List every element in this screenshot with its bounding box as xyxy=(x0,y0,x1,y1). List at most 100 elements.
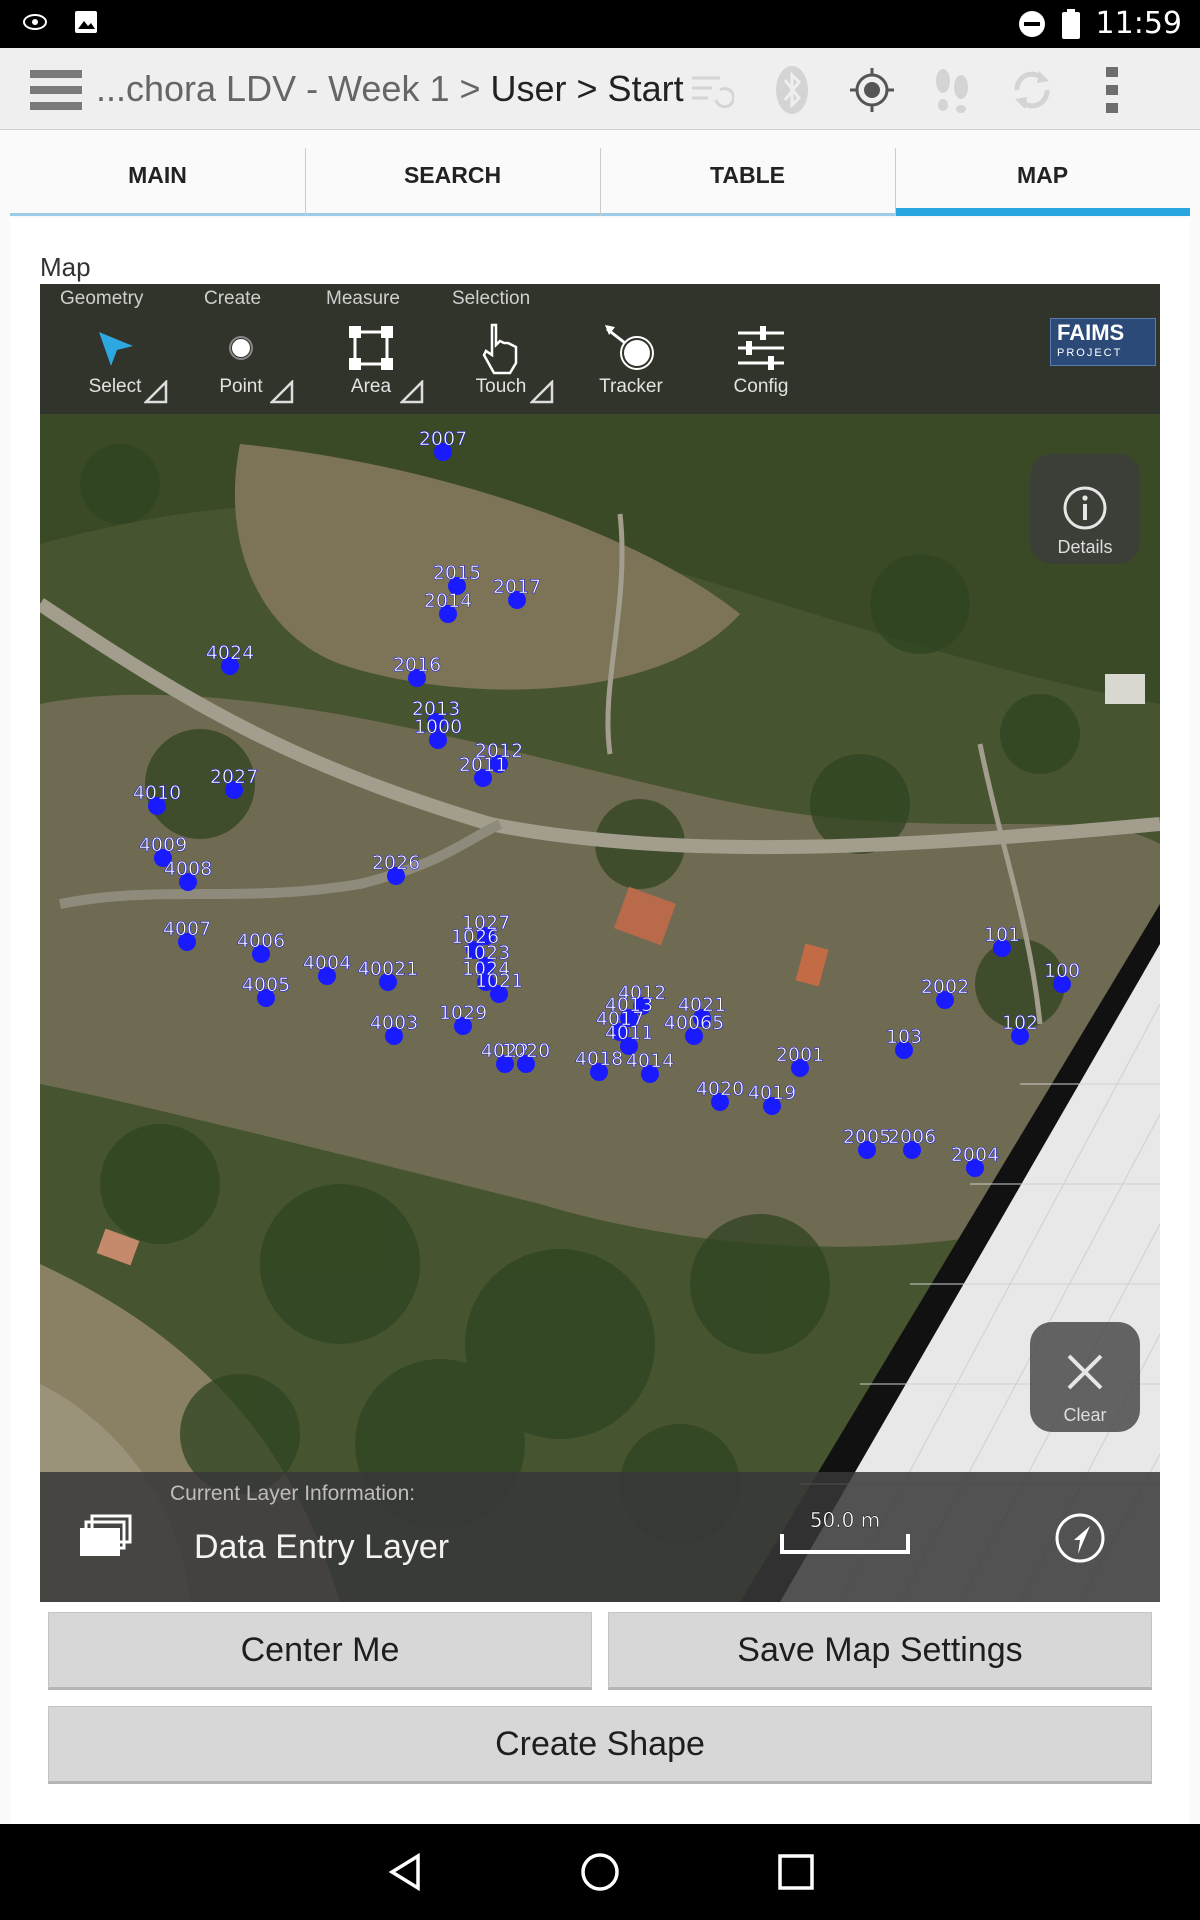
map-point-label: 4011 xyxy=(604,1021,654,1044)
tab-table[interactable]: TABLE xyxy=(600,148,895,216)
touch-tool-button[interactable]: Touch xyxy=(446,320,556,410)
map-point-label: 2027 xyxy=(209,765,259,788)
save-map-settings-button[interactable]: Save Map Settings xyxy=(608,1612,1152,1690)
layers-icon[interactable] xyxy=(78,1514,132,1563)
navigation-arrow-icon xyxy=(1055,1513,1105,1563)
map-point-label: 2006 xyxy=(887,1125,937,1149)
toolbar-group-create: Create xyxy=(204,288,262,309)
tracker-tool-button[interactable]: Tracker xyxy=(576,320,686,410)
dropdown-corner-icon xyxy=(144,380,168,404)
map-point-label: 103 xyxy=(885,1025,923,1049)
toolbar-group-selection: Selection xyxy=(452,288,531,309)
map-point-label: 1020 xyxy=(501,1039,551,1063)
overflow-menu-icon[interactable] xyxy=(1086,64,1138,116)
area-tool-button[interactable]: Area xyxy=(316,320,426,410)
map-point-label: 4018 xyxy=(574,1047,624,1071)
map-point-label: 2026 xyxy=(371,851,421,874)
map-point-label: 4008 xyxy=(163,857,213,880)
current-layer-name[interactable]: Data Entry Layer xyxy=(194,1528,449,1567)
recents-icon[interactable] xyxy=(774,1850,818,1899)
map-point-label: 4020 xyxy=(695,1077,745,1101)
bluetooth-icon[interactable] xyxy=(766,64,818,116)
map-point-label: 102 xyxy=(1001,1011,1039,1034)
battery-icon xyxy=(1061,8,1080,39)
select-tool-button[interactable]: Select xyxy=(60,320,170,410)
action-bar: ...chora LDV - Week 1 > User > Start xyxy=(0,48,1200,130)
map-point-label: 4007 xyxy=(162,917,212,940)
map-point-label: 4005 xyxy=(241,973,291,996)
breadcrumb: ...chora LDV - Week 1 > User > Start xyxy=(96,68,684,110)
sliders-icon xyxy=(738,326,784,370)
center-me-button[interactable]: Center Me xyxy=(48,1612,592,1690)
dropdown-corner-icon xyxy=(270,380,294,404)
map-point-label: 2005 xyxy=(842,1125,892,1149)
map-point-label: 2015 xyxy=(432,561,482,584)
map-point-label: 40021 xyxy=(357,957,419,980)
map-point-label: 4019 xyxy=(747,1081,797,1105)
config-tool-button[interactable]: Config xyxy=(706,320,816,410)
faims-project-logo: FAIMS PROJECT xyxy=(1050,318,1156,366)
info-icon xyxy=(1063,486,1107,530)
sync-icon[interactable] xyxy=(1006,64,1058,116)
eye-notification-icon xyxy=(23,14,47,30)
point-icon xyxy=(229,336,253,360)
map-point-label: 4014 xyxy=(625,1049,675,1073)
clear-label: Clear xyxy=(1063,1405,1107,1425)
details-button[interactable]: Details xyxy=(1030,454,1140,564)
map-point-label: 4010 xyxy=(132,781,182,804)
menu-icon[interactable] xyxy=(30,70,82,110)
map-point-label: 4009 xyxy=(138,833,188,856)
breadcrumb-prefix: ...chora LDV - Week 1 > xyxy=(96,68,491,109)
clear-button[interactable]: Clear xyxy=(1030,1322,1140,1432)
map-view[interactable]: Geometry Create Measure Selection Select… xyxy=(40,284,1160,1602)
navigation-bar xyxy=(0,1824,1200,1920)
gps-target-icon[interactable] xyxy=(846,64,898,116)
area-square-icon xyxy=(349,326,393,370)
back-icon[interactable] xyxy=(384,1850,428,1899)
map-point-label: 2007 xyxy=(418,427,468,450)
status-bar: 11:59 xyxy=(0,0,1200,48)
map-point-label: 2017 xyxy=(492,575,542,598)
tab-main[interactable]: MAIN xyxy=(10,148,305,216)
details-label: Details xyxy=(1057,537,1113,557)
map-point-label: 1000 xyxy=(413,715,463,738)
layer-caption: Current Layer Information: xyxy=(170,1482,416,1505)
map-point-label: 1029 xyxy=(438,1001,488,1024)
tab-bar: MAIN SEARCH TABLE MAP xyxy=(10,148,1190,216)
map-point-label: 2014 xyxy=(423,589,473,612)
create-shape-button[interactable]: Create Shape xyxy=(48,1706,1152,1784)
toolbar-group-geometry: Geometry xyxy=(60,288,144,309)
map-point-label: 2004 xyxy=(950,1143,1000,1167)
map-point-label: 4024 xyxy=(205,641,255,664)
image-notification-icon xyxy=(75,11,97,33)
layer-info-bar: Current Layer Information: Data Entry La… xyxy=(40,1472,1160,1602)
clock: 11:59 xyxy=(1095,6,1182,41)
point-tool-button[interactable]: Point xyxy=(186,320,296,410)
select-arrow-icon xyxy=(99,332,133,366)
map-point-label: 2011 xyxy=(458,753,508,776)
dropdown-corner-icon xyxy=(530,380,554,404)
do-not-disturb-icon xyxy=(1018,10,1045,37)
scale-label: 50.0 m xyxy=(809,1508,881,1532)
map-point-label: 100 xyxy=(1043,959,1081,982)
scale-bar: 50.0 m xyxy=(780,1508,910,1554)
compass-button[interactable] xyxy=(1052,1510,1108,1571)
tab-map[interactable]: MAP xyxy=(895,148,1190,216)
config-tool-label: Config xyxy=(733,376,789,397)
tracker-tool-label: Tracker xyxy=(599,376,663,397)
close-icon xyxy=(1067,1354,1103,1390)
map-point-label: 2001 xyxy=(775,1043,825,1067)
map-point-label: 40065 xyxy=(663,1011,725,1034)
footsteps-icon[interactable] xyxy=(926,64,978,116)
map-point-label: 2016 xyxy=(392,653,442,676)
map-point-label: 4003 xyxy=(369,1011,419,1034)
home-icon[interactable] xyxy=(578,1850,622,1899)
sync-list-icon[interactable] xyxy=(686,64,738,116)
section-label: Map xyxy=(40,252,91,282)
dropdown-corner-icon xyxy=(400,380,424,404)
touch-hand-icon xyxy=(482,323,518,375)
tab-search[interactable]: SEARCH xyxy=(305,148,600,216)
map-point-label: 2002 xyxy=(920,975,970,998)
map-toolbar: Geometry Create Measure Selection Select… xyxy=(40,284,1160,414)
map-point-label: 4004 xyxy=(302,951,352,974)
